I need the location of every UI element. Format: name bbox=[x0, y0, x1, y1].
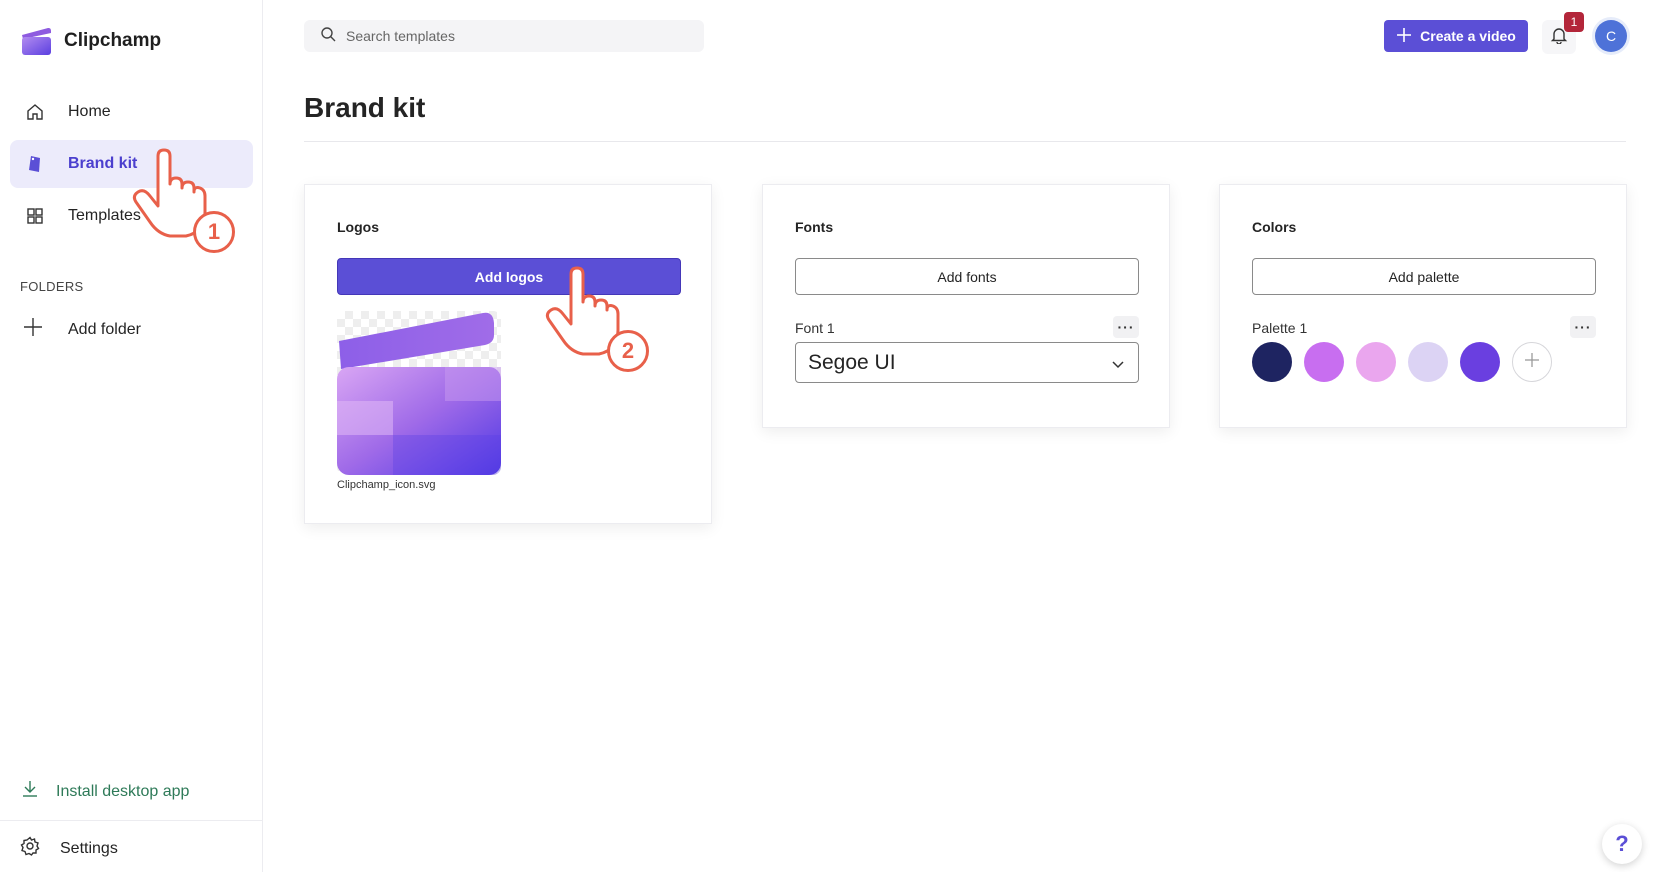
logo-file-name: Clipchamp_icon.svg bbox=[337, 479, 436, 491]
create-video-button[interactable]: Create a video bbox=[1384, 20, 1528, 52]
settings-label: Settings bbox=[60, 839, 118, 857]
sidebar-item-label: Templates bbox=[68, 207, 141, 224]
palette-1-label: Palette 1 bbox=[1252, 320, 1308, 336]
app-window: Clipchamp Home Brand kit Templates FOLDE… bbox=[0, 0, 1666, 872]
add-color-button[interactable] bbox=[1512, 342, 1552, 382]
title-divider bbox=[304, 141, 1626, 142]
plus-icon bbox=[22, 316, 44, 343]
color-swatch-3[interactable] bbox=[1356, 342, 1396, 382]
clipchamp-logo-icon bbox=[20, 26, 52, 56]
palette-swatches bbox=[1252, 342, 1552, 382]
help-button[interactable]: ? bbox=[1602, 824, 1642, 864]
add-folder-button[interactable]: Add folder bbox=[22, 316, 141, 343]
add-fonts-button[interactable]: Add fonts bbox=[795, 258, 1139, 295]
color-swatch-4[interactable] bbox=[1408, 342, 1448, 382]
color-swatch-2[interactable] bbox=[1304, 342, 1344, 382]
plus-icon bbox=[1523, 351, 1541, 374]
step-2-marker: 2 bbox=[607, 330, 649, 372]
fonts-title: Fonts bbox=[795, 219, 834, 235]
folders-heading: FOLDERS bbox=[20, 279, 84, 294]
download-icon bbox=[22, 780, 38, 803]
sidebar-item-label: Home bbox=[68, 103, 111, 120]
font-select-value: Segoe UI bbox=[808, 350, 896, 374]
font-more-options-button[interactable]: ··· bbox=[1113, 316, 1139, 338]
font-1-label: Font 1 bbox=[795, 320, 835, 336]
sidebar-item-home[interactable]: Home bbox=[10, 88, 253, 136]
sidebar-item-label: Brand kit bbox=[68, 155, 138, 172]
add-folder-label: Add folder bbox=[68, 320, 141, 338]
brand-kit-icon bbox=[24, 153, 46, 175]
colors-title: Colors bbox=[1252, 219, 1297, 235]
colors-card: Colors Add palette Palette 1 ··· bbox=[1219, 184, 1627, 428]
fonts-card: Fonts Add fonts Font 1 ··· Segoe UI bbox=[762, 184, 1170, 428]
create-video-label: Create a video bbox=[1420, 28, 1516, 44]
logos-title: Logos bbox=[337, 219, 379, 235]
sidebar: Clipchamp Home Brand kit Templates FOLDE… bbox=[0, 0, 263, 872]
app-logo[interactable]: Clipchamp bbox=[20, 26, 161, 56]
sidebar-divider bbox=[0, 820, 262, 821]
settings-button[interactable]: Settings bbox=[20, 836, 118, 861]
step-1-marker: 1 bbox=[193, 211, 235, 253]
color-swatch-1[interactable] bbox=[1252, 342, 1292, 382]
install-label: Install desktop app bbox=[56, 782, 190, 800]
search-icon bbox=[320, 26, 336, 47]
logo-thumbnail[interactable] bbox=[337, 311, 501, 475]
avatar[interactable]: C bbox=[1595, 20, 1627, 52]
install-desktop-app-link[interactable]: Install desktop app bbox=[22, 780, 189, 803]
color-swatch-5[interactable] bbox=[1460, 342, 1500, 382]
notification-badge: 1 bbox=[1564, 12, 1584, 32]
add-palette-button[interactable]: Add palette bbox=[1252, 258, 1596, 295]
search-bar bbox=[304, 20, 704, 52]
page-title: Brand kit bbox=[304, 92, 426, 123]
plus-icon bbox=[1396, 27, 1412, 46]
logos-card: Logos Add logos Clipchamp_icon.svg bbox=[304, 184, 712, 524]
palette-more-options-button[interactable]: ··· bbox=[1570, 316, 1596, 338]
app-name: Clipchamp bbox=[64, 30, 162, 51]
templates-icon bbox=[24, 205, 46, 227]
home-icon bbox=[24, 101, 46, 123]
gear-icon bbox=[20, 836, 40, 861]
add-logos-button[interactable]: Add logos bbox=[337, 258, 681, 295]
font-select[interactable]: Segoe UI bbox=[795, 342, 1139, 383]
search-input[interactable] bbox=[346, 28, 686, 44]
chevron-down-icon bbox=[1112, 351, 1124, 375]
